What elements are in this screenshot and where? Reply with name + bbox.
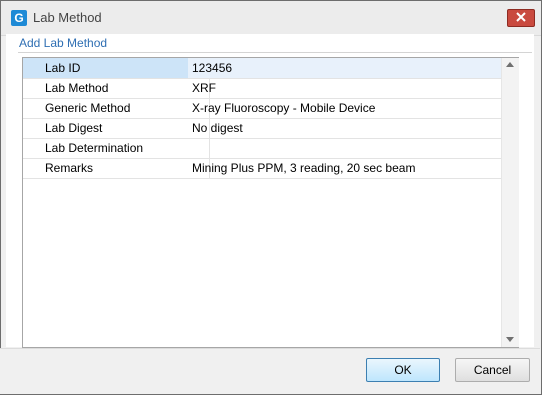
title-bar: G Lab Method <box>1 1 541 36</box>
close-icon <box>516 12 526 22</box>
scroll-down-arrow-icon[interactable] <box>506 337 514 342</box>
property-row-lab-method[interactable]: Lab Method XRF <box>23 78 501 99</box>
cancel-button[interactable]: Cancel <box>455 358 530 382</box>
property-label: Remarks <box>23 158 210 178</box>
property-value-generic-method[interactable]: X-ray Fluoroscopy - Mobile Device <box>192 98 375 118</box>
property-value-remarks[interactable]: Mining Plus PPM, 3 reading, 20 sec beam <box>192 158 415 178</box>
property-value-lab-method[interactable]: XRF <box>192 78 216 98</box>
property-row-lab-determination[interactable]: Lab Determination <box>23 138 501 159</box>
property-row-remarks[interactable]: Remarks Mining Plus PPM, 3 reading, 20 s… <box>23 158 501 179</box>
vertical-scrollbar[interactable] <box>501 58 519 347</box>
property-row-lab-id[interactable]: Lab ID 123456 <box>23 58 505 79</box>
close-button[interactable] <box>507 9 535 27</box>
property-value-lab-digest[interactable]: No digest <box>192 118 243 138</box>
ok-button[interactable]: OK <box>366 358 440 382</box>
section-divider <box>18 52 532 53</box>
property-grid: Lab ID 123456 Lab Method XRF Generic Met… <box>22 57 519 348</box>
property-label: Lab Method <box>23 78 210 98</box>
property-label: Lab ID <box>23 58 210 78</box>
property-value-lab-id[interactable]: 123456 <box>188 58 505 78</box>
property-label: Lab Determination <box>23 138 210 158</box>
property-label: Generic Method <box>23 98 210 118</box>
property-row-lab-digest[interactable]: Lab Digest No digest <box>23 118 501 139</box>
window-title: Lab Method <box>33 10 102 25</box>
property-label: Lab Digest <box>23 118 210 138</box>
scroll-up-arrow-icon[interactable] <box>506 62 514 67</box>
app-logo-icon: G <box>11 10 27 26</box>
property-row-generic-method[interactable]: Generic Method X-ray Fluoroscopy - Mobil… <box>23 98 501 119</box>
section-title: Add Lab Method <box>19 36 108 50</box>
